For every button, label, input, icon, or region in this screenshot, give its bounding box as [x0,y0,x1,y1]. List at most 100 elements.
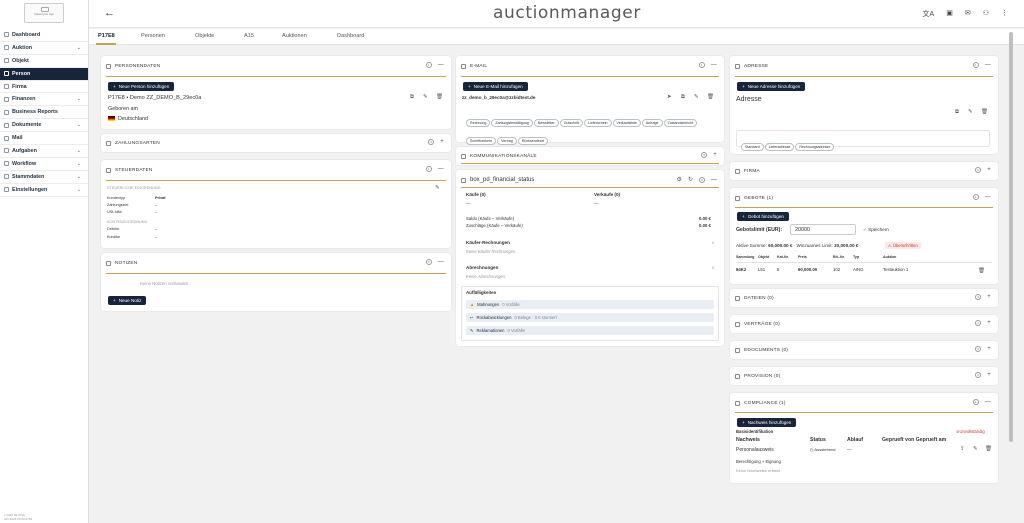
copy-icon[interactable]: ⧉ [410,94,414,101]
more-icon[interactable]: — [711,177,717,183]
edit-icon[interactable]: ✎ [973,446,978,452]
anomaly-row-rueckabwicklungen[interactable]: ↩ Rückabwicklungen 0 Belege · 0 € stornier… [466,313,714,322]
tab-objekte[interactable]: Objekte [195,33,214,39]
chevron-down-icon[interactable]: ⌄ [77,174,81,180]
scrollbar[interactable] [1009,32,1013,442]
sidebar-item-person[interactable]: Person [0,67,88,81]
email-category-chip[interactable]: Anfrage [641,119,663,127]
sidebar-item-objekt[interactable]: Objekt [0,55,88,68]
settings-icon[interactable]: ⚙ [677,176,682,183]
trash-icon[interactable]: 🗑 [978,268,985,274]
more-icon[interactable]: — [985,194,991,200]
tab-p17e8[interactable]: P17E8 [98,33,115,39]
email-category-chip[interactable]: Lieferschein [584,119,612,127]
trash-icon[interactable]: 🗑 [436,94,443,100]
bid-limit-input[interactable]: 20000 [790,224,856,235]
save-bid-limit[interactable]: ✓ Speichern [863,227,889,233]
anomaly-row-mahnungen[interactable]: ▲ Mahnungen 0 Vorfälle [466,300,714,309]
more-icon[interactable]: — [438,62,444,68]
more-icon[interactable]: — [711,62,717,68]
copy-icon[interactable]: ⧉ [681,94,685,101]
edit-icon[interactable]: ✎ [694,94,699,100]
plus-icon[interactable]: + [987,167,991,173]
gold-divider [461,76,719,77]
calendar-icon[interactable]: ▣ [946,9,953,19]
refresh-icon[interactable]: ↻ [688,176,693,183]
sidebar-item-auktion[interactable]: Auktion ⌄ [0,42,88,55]
upload-icon[interactable]: ⇪ [960,446,965,452]
tab-dashboard[interactable]: Dashboard [337,33,364,39]
add-note-button[interactable]: + Neue Notiz [108,296,147,305]
sidebar-item-einstellungen[interactable]: Einstellungen ⌄ [0,184,88,197]
trash-icon[interactable]: 🗑 [985,446,992,452]
anomaly-row-reklamationen[interactable]: ✎ Reklamationen 0 Vorfälle [466,326,714,335]
image-icon [41,7,49,12]
more-icon[interactable]: ⋮ [1001,9,1008,19]
email-category-chip[interactable]: Vertrag [497,137,517,145]
mail-icon[interactable]: ✉ [965,9,971,19]
plus-icon[interactable]: + [440,139,444,145]
edit-icon[interactable]: ✎ [435,185,440,191]
add-proof-button[interactable]: + Nachweis hinzufügen [737,418,797,427]
save-label: Speichern [868,227,889,232]
email-category-chip[interactable]: Rechnung [466,119,491,127]
trash-icon[interactable]: 🗑 [981,109,988,115]
edit-icon[interactable]: ✎ [423,94,428,100]
add-bid-button[interactable]: + Gebot hinzufügen [737,212,789,221]
more-icon[interactable]: — [985,399,991,405]
bid-cell: 84K2 [736,267,747,272]
tab-bar: P17E8 Personen Objekte A15 Auktionen Das… [89,29,1024,45]
version-info: v 2025.09.0759 API 2025.09.29.0759 [4,513,32,521]
sidebar-item-mail[interactable]: Mail [0,132,88,146]
sidebar-item-dashboard[interactable]: Dashboard [0,29,88,42]
email-category-chip[interactable]: Newsletter [533,119,559,127]
translate-icon[interactable]: 文A [923,9,935,19]
sidebar-item-workflow[interactable]: Workflow ⌄ [0,158,88,171]
tab-personen[interactable]: Personen [141,33,165,39]
chevron-down-icon[interactable]: ⌄ [77,122,81,128]
more-icon[interactable]: — [438,259,444,265]
trash-icon[interactable]: 🗑 [707,94,714,100]
email-category-chip[interactable]: Gutschrift [559,119,584,127]
more-icon[interactable]: — [985,62,991,68]
plus-icon[interactable]: + [987,320,991,326]
email-category-chip[interactable]: Rücksendeart [517,137,548,145]
active-sum-line: Aktive Summe: 60,000.00 € · Winzuames Li… [736,243,858,248]
sidebar-item-business-reports[interactable]: Business Reports [0,106,88,120]
plus-icon[interactable]: + [987,346,991,352]
chevron-down-icon[interactable]: ⌄ [77,45,81,51]
tab-auktionen[interactable]: Auktionen [282,33,307,39]
tab-a15[interactable]: A15 [244,33,254,39]
email-category-chip[interactable]: Verkaufsliste [612,119,641,127]
chevron-down-icon[interactable]: ⌄ [77,187,81,193]
sidebar-item-stammdaten[interactable]: Stammdaten ⌄ [0,171,88,184]
sidebar-item-aufgaben[interactable]: Aufgaben ⌄ [0,145,88,158]
logo-placeholder[interactable]: Upload your logo [24,3,64,23]
sidebar-item-firma[interactable]: Firma [0,81,88,94]
plus-icon[interactable]: + [987,294,991,300]
chevron-down-icon[interactable]: ⌄ [77,148,81,154]
back-arrow-icon[interactable]: ← [104,7,115,19]
user-icon[interactable]: ⚇ [983,9,989,19]
add-email-button[interactable]: + Neue E-Mail hinzufügen [463,82,528,91]
sidebar-item-label: Firma [12,83,27,90]
edit-icon[interactable]: ✎ [968,109,973,115]
copy-icon[interactable]: ⧉ [955,109,959,116]
address-type-chip[interactable]: Rechnungsadresse [795,143,835,151]
chevron-down-icon[interactable]: ⌄ [77,96,81,102]
chevron-down-icon[interactable]: ⌄ [77,161,81,167]
sidebar-item-dokumente[interactable]: Dokumente ⌄ [0,119,88,133]
more-icon[interactable]: — [438,166,444,172]
address-type-chip[interactable]: Lieferadresse [764,143,795,151]
email-category-chip[interactable]: Schriftverkehr [466,137,497,145]
email-category-chip[interactable]: Zustandsbericht [663,119,698,127]
plus-icon[interactable]: + [987,372,991,378]
card-title: VERTRÄGE (0) [744,321,780,327]
add-address-button[interactable]: + Neue Adresse hinzufügen [737,82,806,91]
plus-icon[interactable]: + [713,152,717,158]
address-type-chip[interactable]: Standard [741,143,764,151]
add-person-button[interactable]: + Neue Person hinzufügen [108,82,175,91]
email-category-chip[interactable]: Zahlungsbestätigung [491,119,533,127]
sidebar-item-finanzen[interactable]: Finanzen ⌄ [0,93,88,107]
send-icon[interactable]: ➤ [667,94,672,100]
